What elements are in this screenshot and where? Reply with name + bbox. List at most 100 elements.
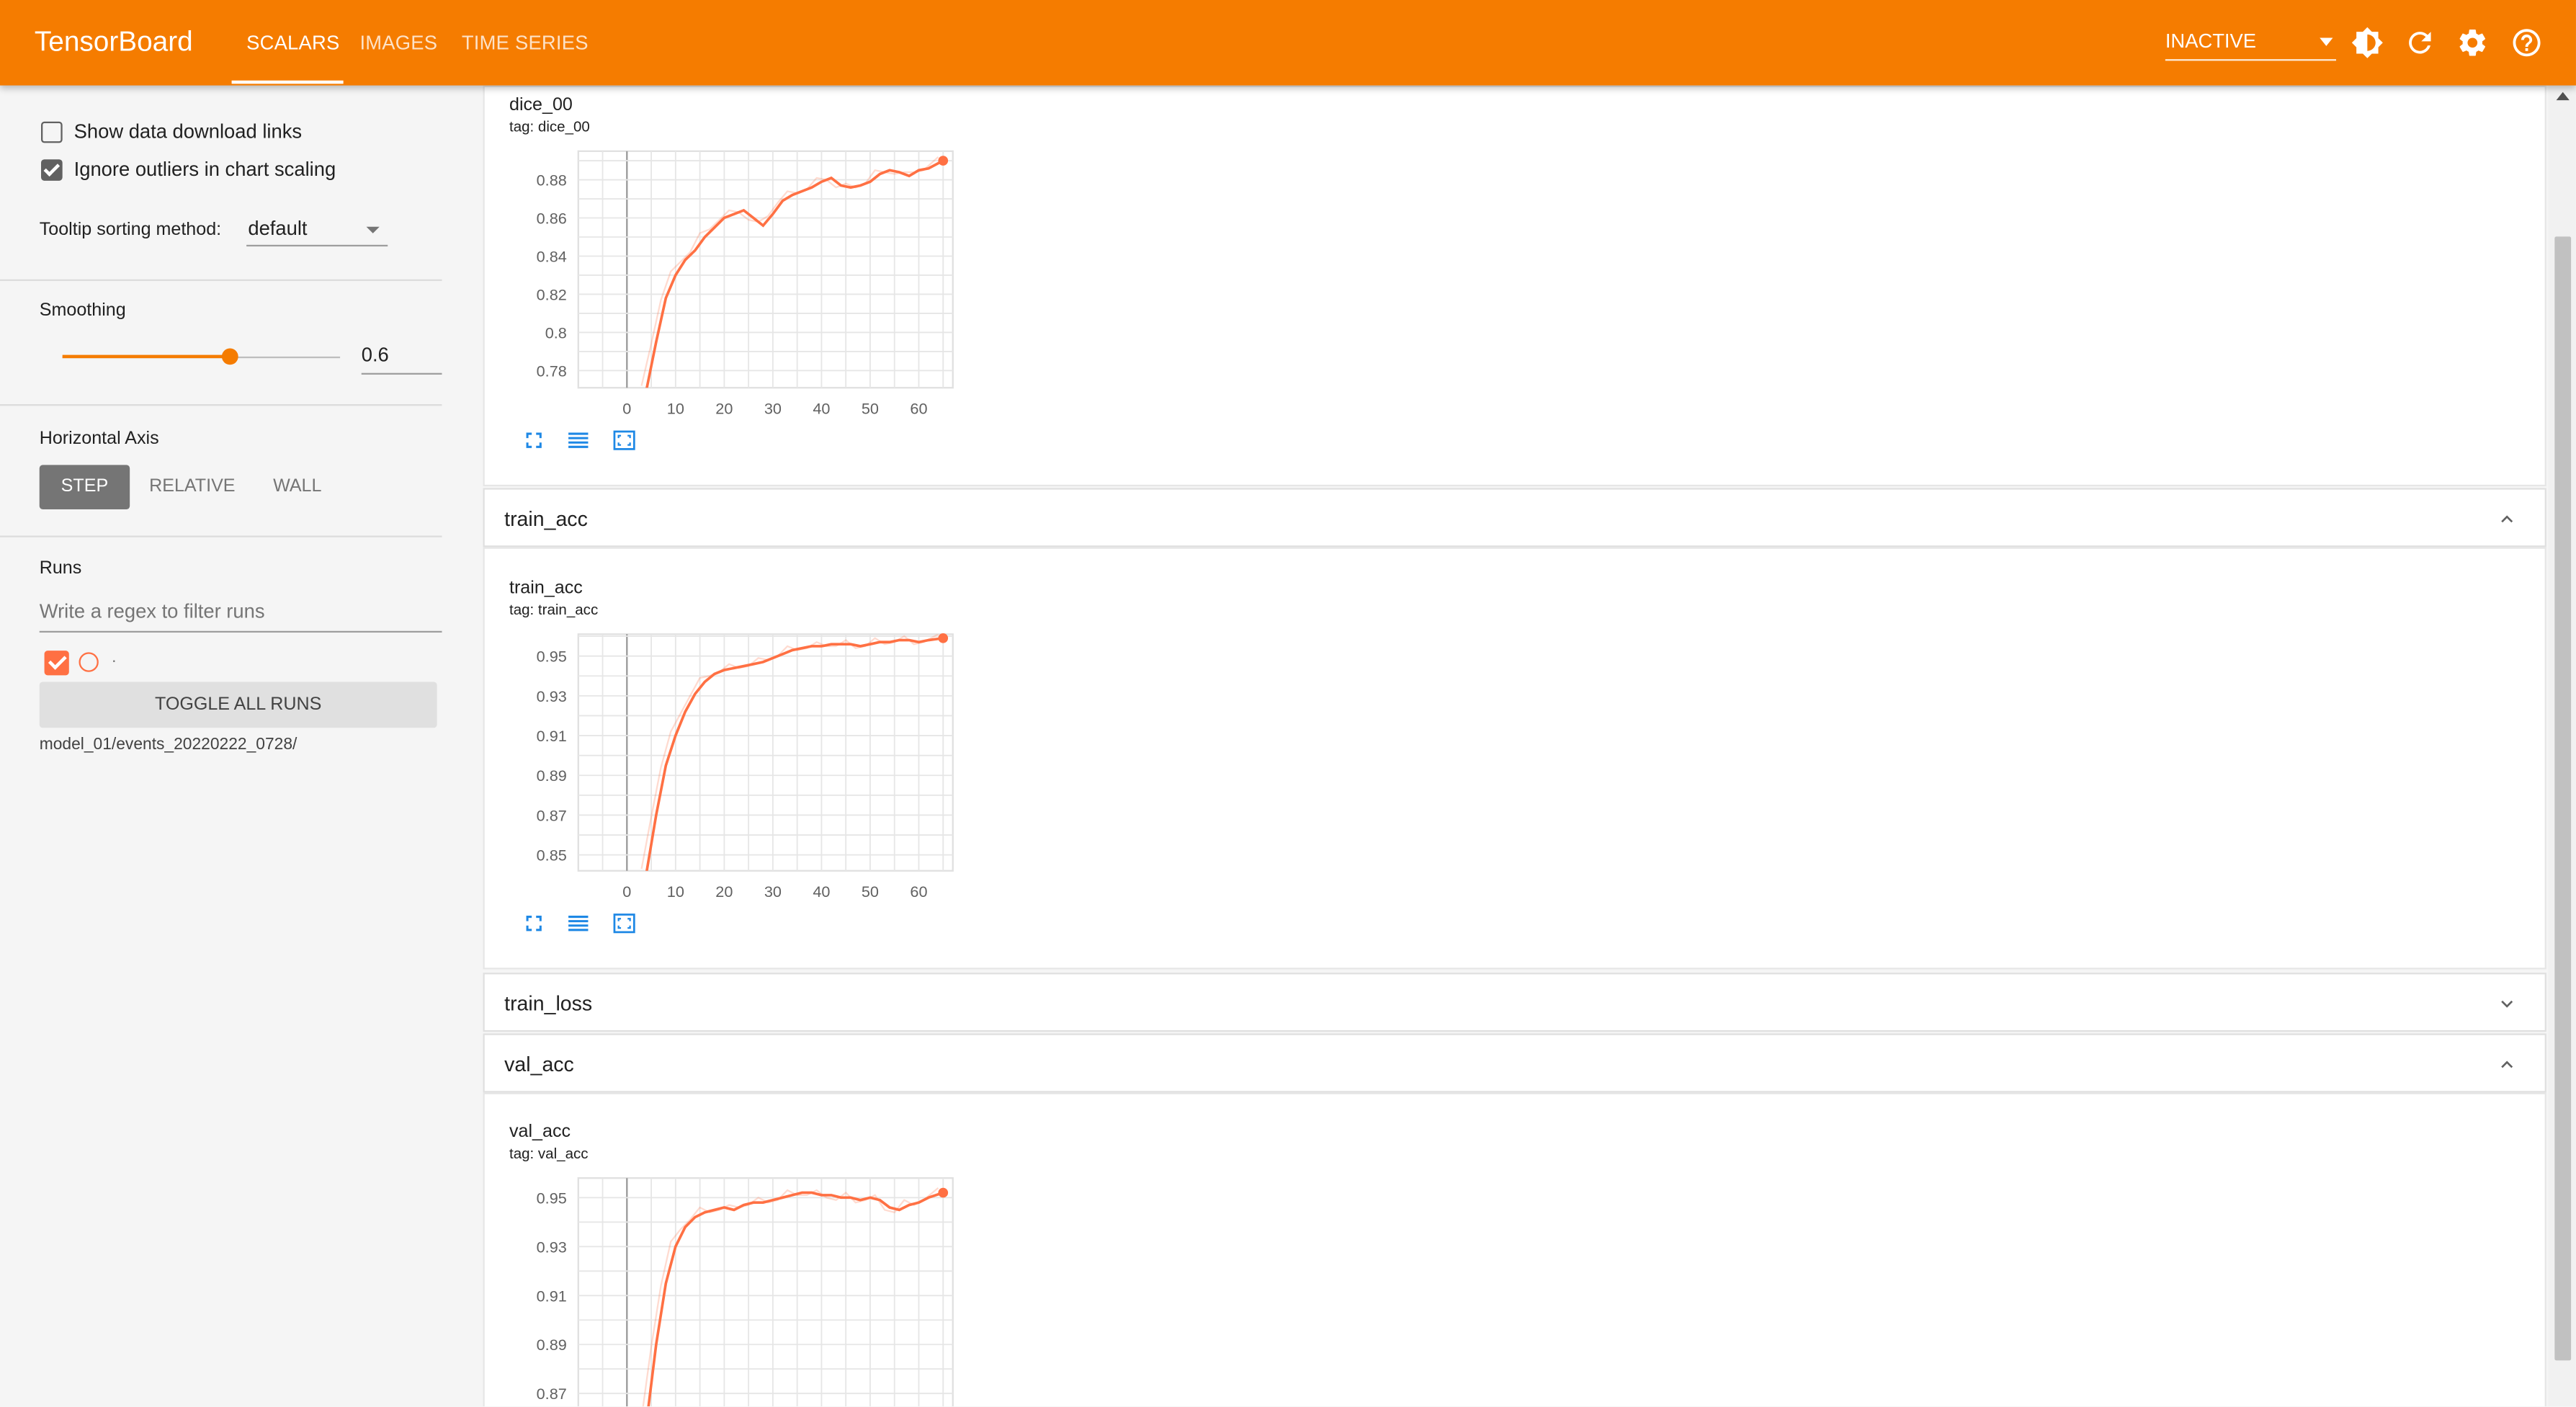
help-icon[interactable]: [2510, 26, 2544, 59]
x-tick-label: 20: [715, 883, 733, 901]
card-tag: tag: dice_00: [509, 118, 590, 135]
y-tick-label: 0.93: [537, 687, 567, 705]
refresh-icon[interactable]: [2404, 26, 2437, 59]
smoothing-value-input[interactable]: 0.6: [361, 344, 442, 375]
plot-area: [577, 1177, 954, 1407]
horizontal-axis-label: Horizontal Axis: [39, 429, 159, 449]
status-select-value: INACTIVE: [2165, 30, 2257, 53]
scrollbar-thumb[interactable]: [2554, 236, 2572, 1361]
x-tick-label: 0: [622, 400, 631, 418]
main-scrollbar[interactable]: [2548, 85, 2576, 1407]
card-title: val_acc: [509, 1122, 571, 1143]
sidebar-divider: [0, 535, 442, 537]
fullscreen-icon[interactable]: [521, 427, 547, 453]
scroll-up-arrow-icon[interactable]: [2556, 91, 2570, 101]
y-tick-label: 0.78: [537, 362, 567, 380]
y-tick-label: 0.85: [537, 847, 567, 865]
runs-filter-input[interactable]: Write a regex to filter runs: [39, 599, 442, 633]
y-tick-label: 0.95: [537, 648, 567, 666]
x-tick-label: 10: [667, 883, 684, 901]
show-download-links-checkbox[interactable]: [41, 121, 63, 143]
series-last-point: [938, 633, 949, 643]
brightness-icon[interactable]: [2351, 26, 2384, 59]
tooltip-sorting-value: default: [248, 217, 308, 240]
chart-toolbar: [521, 427, 639, 453]
ignore-outliers-label: Ignore outliers in chart scaling: [73, 157, 336, 181]
sidebar-divider: [0, 404, 442, 406]
run-color-circle[interactable]: [79, 652, 99, 672]
ignore-outliers-checkbox[interactable]: [41, 159, 63, 181]
x-tick-label: 20: [715, 400, 733, 418]
show-download-links-label: Show data download links: [73, 120, 303, 143]
run-name: .: [112, 648, 117, 667]
y-tick-label: 0.8: [545, 323, 567, 341]
chevron-up-icon[interactable]: [2495, 508, 2518, 531]
status-select[interactable]: INACTIVE: [2165, 30, 2337, 61]
app-brand: TensorBoard: [34, 26, 193, 58]
fit-domain-icon[interactable]: [609, 427, 639, 453]
y-tick-label: 0.86: [537, 209, 567, 227]
x-tick-label: 60: [910, 883, 927, 901]
series-raw-line: [640, 634, 939, 870]
scalar-chart[interactable]: 0.85 0.87 0.89 0.91 0.93 0.95 0 10 20 30 40 50 60: [513, 627, 960, 907]
x-tick-label: 50: [862, 400, 879, 418]
chevron-up-icon[interactable]: [2495, 1053, 2518, 1076]
run-path: model_01/events_20220222_0728/: [39, 736, 298, 754]
section-title: train_loss: [504, 992, 593, 1016]
tooltip-sorting-label: Tooltip sorting method:: [39, 220, 222, 240]
y-tick-label: 0.89: [537, 767, 567, 785]
top-app-bar: TensorBoard SCALARS IMAGES TIME SERIES I…: [0, 0, 2576, 86]
y-tick-label: 0.88: [537, 171, 567, 189]
axis-wall-button[interactable]: WALL: [259, 465, 335, 509]
section-header-train-loss[interactable]: train_loss: [483, 973, 2546, 1032]
tab-scalars[interactable]: SCALARS: [246, 31, 339, 54]
x-tick-label: 40: [813, 883, 830, 901]
y-tick-label: 0.95: [537, 1189, 567, 1207]
tooltip-sorting-select[interactable]: default: [246, 213, 388, 247]
tab-time-series[interactable]: TIME SERIES: [462, 31, 589, 54]
section-header-val-acc[interactable]: val_acc: [483, 1033, 2546, 1093]
chevron-down-icon: [2320, 37, 2333, 46]
card-tag: tag: train_acc: [509, 601, 599, 618]
y-tick-label: 0.91: [537, 1287, 567, 1305]
y-tick-label: 0.84: [537, 247, 567, 265]
y-tick-label: 0.91: [537, 727, 567, 745]
toggle-log-scale-icon[interactable]: [563, 427, 593, 453]
sidebar-divider: [0, 279, 442, 281]
y-tick-label: 0.93: [537, 1238, 567, 1256]
section-title: val_acc: [504, 1053, 574, 1076]
y-tick-label: 0.87: [537, 806, 567, 824]
chevron-down-icon: [366, 226, 380, 233]
x-tick-label: 30: [764, 883, 782, 901]
sidebar: Show data download links Ignore outliers…: [0, 85, 482, 1407]
x-tick-label: 40: [813, 400, 830, 418]
fullscreen-icon[interactable]: [521, 910, 547, 936]
fit-domain-icon[interactable]: [609, 910, 639, 936]
axis-step-button[interactable]: STEP: [39, 465, 130, 509]
card-title: train_acc: [509, 578, 583, 599]
main-content: dice_00 tag: dice_00 0.78 0.8 0.82 0.84 0.86…: [481, 85, 2548, 1407]
run-checkbox[interactable]: [44, 651, 69, 676]
active-tab-indicator: [231, 80, 344, 84]
scalar-chart[interactable]: 0.78 0.8 0.82 0.84 0.86 0.88 0 10 20 30 40 50 60: [513, 145, 960, 424]
y-tick-label: 0.82: [537, 285, 567, 303]
settings-icon[interactable]: [2456, 26, 2489, 59]
series-line: [647, 1191, 944, 1407]
x-tick-label: 50: [862, 883, 879, 901]
series-raw-line: [642, 1187, 939, 1407]
y-tick-label: 0.89: [537, 1336, 567, 1354]
toggle-all-runs-button[interactable]: TOGGLE ALL RUNS: [39, 682, 437, 728]
axis-relative-button[interactable]: RELATIVE: [143, 465, 241, 509]
tab-images[interactable]: IMAGES: [359, 31, 437, 54]
toggle-log-scale-icon[interactable]: [563, 910, 593, 936]
section-header-train-acc[interactable]: train_acc: [483, 488, 2546, 548]
card-title: dice_00: [509, 95, 573, 115]
smoothing-slider-fill: [62, 354, 231, 359]
smoothing-slider-knob[interactable]: [221, 348, 238, 365]
series-last-point: [938, 156, 949, 166]
scalar-chart[interactable]: 0.87 0.89 0.91 0.93 0.95: [513, 1171, 960, 1407]
x-tick-label: 0: [622, 883, 631, 901]
x-tick-label: 10: [667, 400, 684, 418]
section-title: train_acc: [504, 507, 588, 531]
chevron-down-icon[interactable]: [2495, 992, 2518, 1015]
